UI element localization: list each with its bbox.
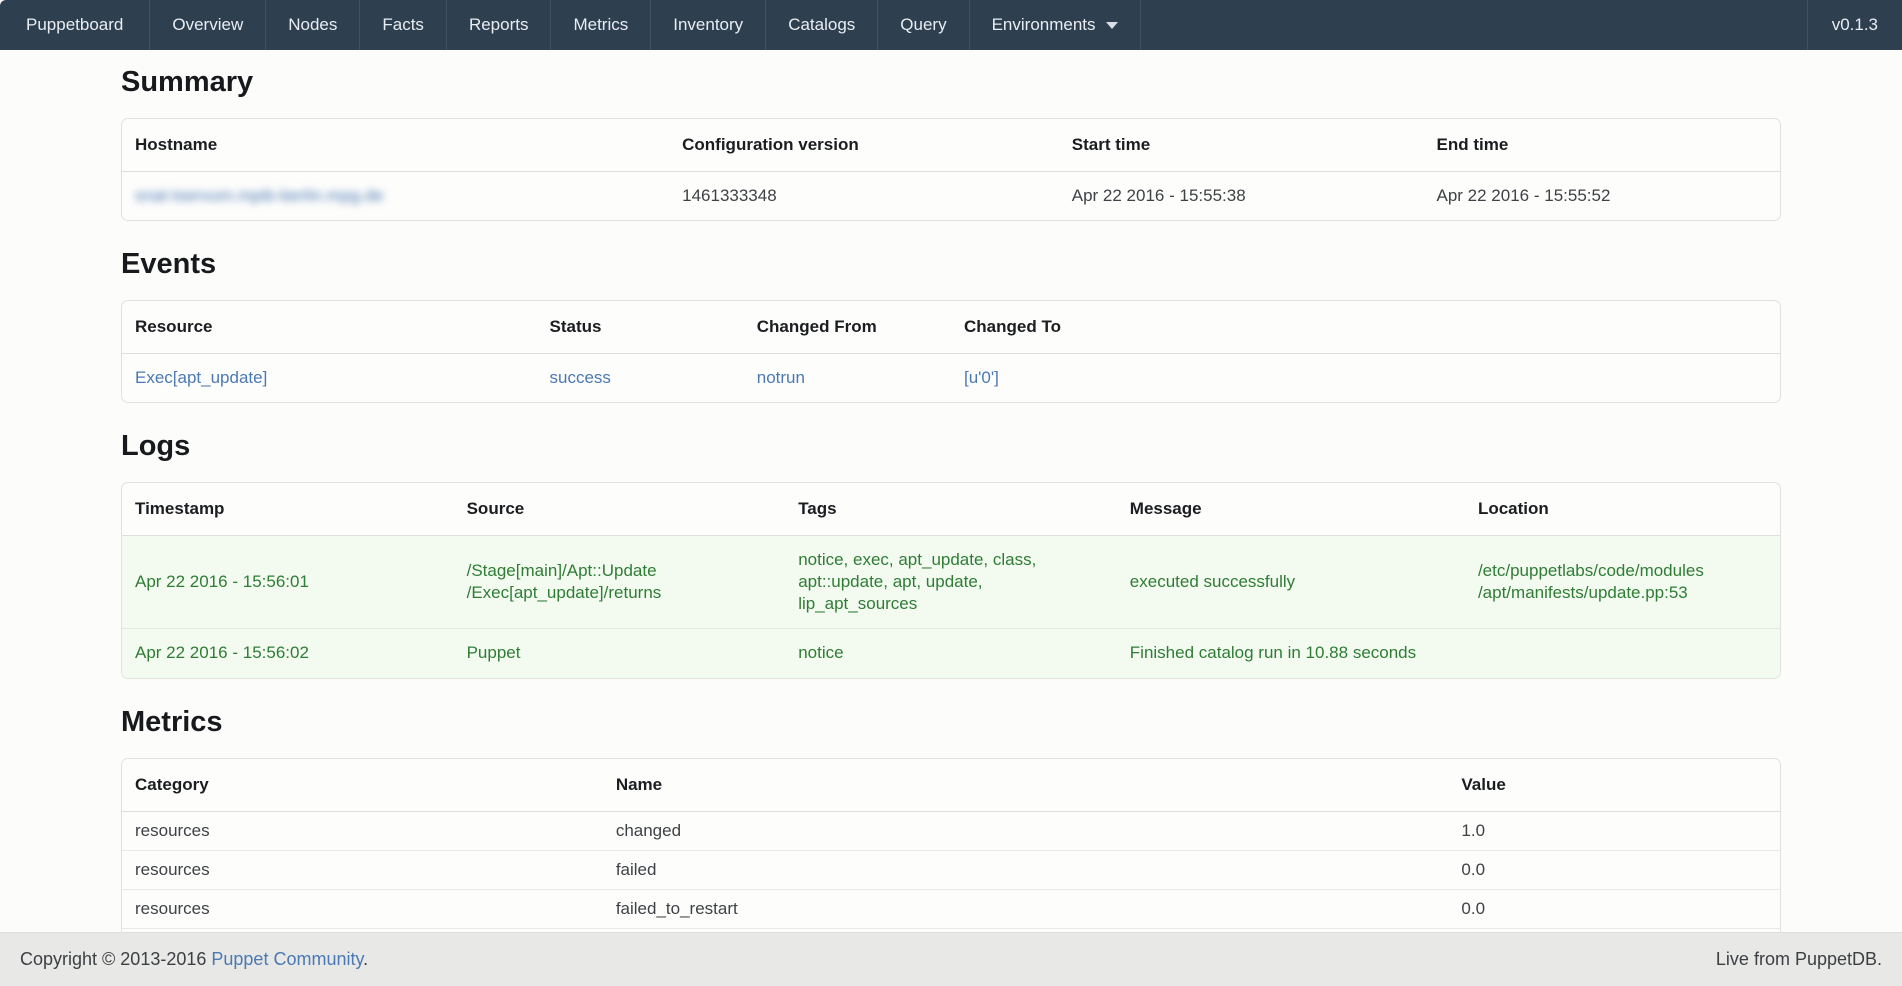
metrics-header-row: Category Name Value xyxy=(122,759,1780,812)
logs-col-location: Location xyxy=(1465,483,1780,536)
metric-category: resources xyxy=(122,812,603,850)
metric-value: 0.0 xyxy=(1448,889,1780,928)
metric-row: resources changed 1.0 xyxy=(122,812,1780,850)
metrics-section-title: Metrics xyxy=(121,706,1781,739)
footer: Copyright © 2013-2016 Puppet Community. … xyxy=(0,932,1902,986)
metric-row: resources failed 0.0 xyxy=(122,850,1780,889)
metric-name: failed_to_restart xyxy=(603,889,1449,928)
summary-table: Hostname Configuration version Start tim… xyxy=(122,119,1780,220)
environments-label: Environments xyxy=(992,15,1096,35)
log-timestamp: Apr 22 2016 - 15:56:01 xyxy=(122,536,454,628)
event-changed-from-link[interactable]: notrun xyxy=(757,368,805,387)
metric-value: 1.0 xyxy=(1448,812,1780,850)
navbar-brand[interactable]: Puppetboard xyxy=(0,0,150,50)
nav-item-query[interactable]: Query xyxy=(878,0,969,50)
footer-status-text: Live from PuppetDB. xyxy=(1716,949,1882,970)
metrics-col-category: Category xyxy=(122,759,603,812)
log-location xyxy=(1465,628,1780,677)
events-col-changed-from: Changed From xyxy=(744,301,951,354)
navbar-spacer xyxy=(1141,0,1807,50)
events-header-row: Resource Status Changed From Changed To xyxy=(122,301,1780,354)
logs-header-row: Timestamp Source Tags Message Location xyxy=(122,483,1780,536)
copyright-text: Copyright © 2013-2016 xyxy=(20,949,211,969)
metrics-col-name: Name xyxy=(603,759,1449,812)
summary-col-start-time: Start time xyxy=(1059,119,1424,172)
logs-col-tags: Tags xyxy=(785,483,1117,536)
metric-name: failed xyxy=(603,850,1449,889)
copyright-period: . xyxy=(363,949,368,969)
metric-row: resources failed_to_restart 0.0 xyxy=(122,889,1780,928)
log-tags: notice, exec, apt_update, class, apt::up… xyxy=(785,536,1117,628)
hostname-link[interactable]: snat-tservum.mpib-berlin.mpg.de xyxy=(135,186,383,205)
metric-name: changed xyxy=(603,812,1449,850)
logs-col-timestamp: Timestamp xyxy=(122,483,454,536)
log-tags: notice xyxy=(785,628,1117,677)
nav-item-facts[interactable]: Facts xyxy=(360,0,447,50)
end-time-cell: Apr 22 2016 - 15:55:52 xyxy=(1424,172,1781,220)
logs-col-message: Message xyxy=(1117,483,1465,536)
logs-section-title: Logs xyxy=(121,430,1781,463)
start-time-cell: Apr 22 2016 - 15:55:38 xyxy=(1059,172,1424,220)
log-source: /Stage[main]/Apt::Update /Exec[apt_updat… xyxy=(454,536,786,628)
nav-item-environments-dropdown[interactable]: Environments xyxy=(970,0,1141,50)
summary-section-title: Summary xyxy=(121,66,1781,99)
puppet-community-link[interactable]: Puppet Community xyxy=(211,949,363,969)
nav-item-reports[interactable]: Reports xyxy=(447,0,552,50)
summary-col-config-version: Configuration version xyxy=(669,119,1059,172)
summary-row: snat-tservum.mpib-berlin.mpg.de 14613333… xyxy=(122,172,1780,220)
events-panel: Resource Status Changed From Changed To … xyxy=(121,300,1781,403)
log-message: executed successfully xyxy=(1117,536,1465,628)
nav-item-overview[interactable]: Overview xyxy=(150,0,266,50)
config-version-cell: 1461333348 xyxy=(669,172,1059,220)
summary-col-end-time: End time xyxy=(1424,119,1781,172)
events-table: Resource Status Changed From Changed To … xyxy=(122,301,1780,402)
metric-category: resources xyxy=(122,889,603,928)
nav-item-nodes[interactable]: Nodes xyxy=(266,0,360,50)
nav-item-metrics[interactable]: Metrics xyxy=(551,0,651,50)
events-col-status: Status xyxy=(537,301,744,354)
logs-col-source: Source xyxy=(454,483,786,536)
log-source: Puppet xyxy=(454,628,786,677)
log-location: /etc/puppetlabs/code/modules /apt/manife… xyxy=(1465,536,1780,628)
log-timestamp: Apr 22 2016 - 15:56:02 xyxy=(122,628,454,677)
logs-panel: Timestamp Source Tags Message Location A… xyxy=(121,482,1781,678)
footer-copyright: Copyright © 2013-2016 Puppet Community. xyxy=(20,949,368,970)
navbar: Puppetboard Overview Nodes Facts Reports… xyxy=(0,0,1902,50)
version-badge: v0.1.3 xyxy=(1807,0,1902,50)
event-changed-to-link[interactable]: [u'0'] xyxy=(964,368,999,387)
log-row: Apr 22 2016 - 15:56:02 Puppet notice Fin… xyxy=(122,628,1780,677)
event-resource-link[interactable]: Exec[apt_update] xyxy=(135,368,267,387)
summary-col-hostname: Hostname xyxy=(122,119,669,172)
events-section-title: Events xyxy=(121,248,1781,281)
event-row: Exec[apt_update] success notrun [u'0'] xyxy=(122,354,1780,402)
logs-table: Timestamp Source Tags Message Location A… xyxy=(122,483,1780,677)
log-row: Apr 22 2016 - 15:56:01 /Stage[main]/Apt:… xyxy=(122,536,1780,628)
metrics-col-value: Value xyxy=(1448,759,1780,812)
summary-header-row: Hostname Configuration version Start tim… xyxy=(122,119,1780,172)
hostname-cell: snat-tservum.mpib-berlin.mpg.de xyxy=(122,172,669,220)
log-message: Finished catalog run in 10.88 seconds xyxy=(1117,628,1465,677)
summary-panel: Hostname Configuration version Start tim… xyxy=(121,118,1781,221)
metric-value: 0.0 xyxy=(1448,850,1780,889)
events-col-resource: Resource xyxy=(122,301,537,354)
events-col-changed-to: Changed To xyxy=(951,301,1780,354)
nav-item-inventory[interactable]: Inventory xyxy=(651,0,766,50)
nav-item-catalogs[interactable]: Catalogs xyxy=(766,0,878,50)
caret-down-icon xyxy=(1106,22,1118,29)
report-page: Summary Hostname Configuration version S… xyxy=(121,66,1781,971)
event-status-link[interactable]: success xyxy=(550,368,611,387)
metric-category: resources xyxy=(122,850,603,889)
